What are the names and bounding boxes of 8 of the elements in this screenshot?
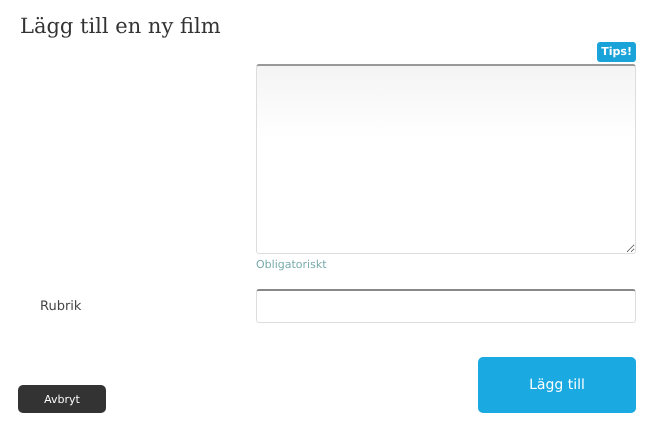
- description-field[interactable]: [256, 64, 636, 254]
- cancel-button[interactable]: Avbryt: [18, 385, 106, 413]
- page-title: Lägg till en ny film: [20, 14, 222, 40]
- submit-button[interactable]: Lägg till: [478, 357, 636, 413]
- required-hint: Obligatoriskt: [256, 258, 327, 271]
- field-label: Rubrik: [40, 298, 82, 314]
- tip-badge[interactable]: Tips!: [597, 42, 636, 62]
- input-field[interactable]: [256, 289, 636, 323]
